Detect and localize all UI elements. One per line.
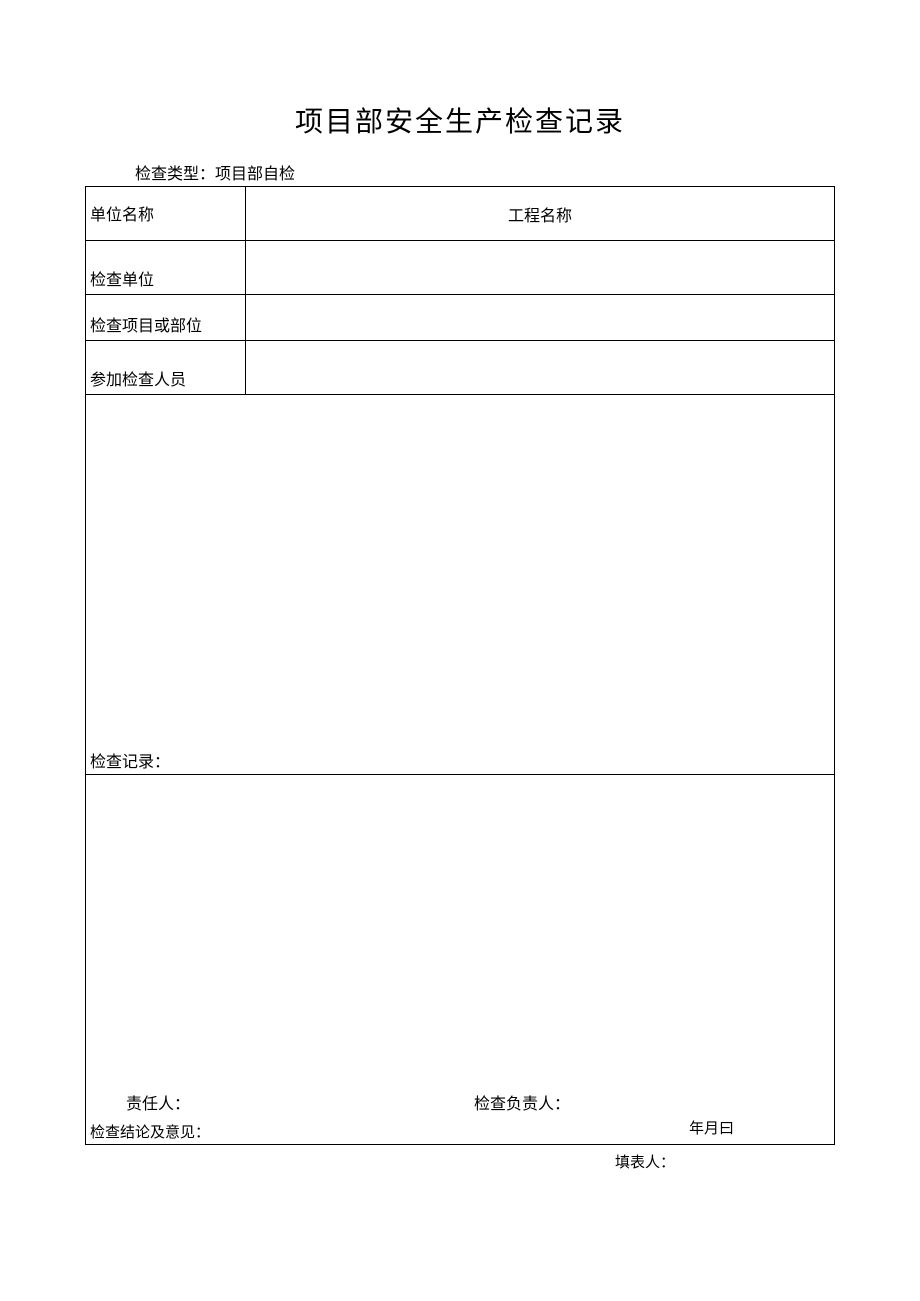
signature-row: 责任人： 检查负责人： (86, 1090, 834, 1114)
inspection-form-table: 单位名称 工程名称 检查单位 检查项目或部位 参加检查人员 检查记录： 检查结论… (85, 186, 835, 1145)
label-unit-name: 单位名称 (86, 187, 246, 241)
conclusion-section: 检查结论及意见： 责任人： 检查负责人： 年月曰 (86, 775, 835, 1145)
label-filler: 填表人： (615, 1151, 835, 1172)
value-inspect-item (246, 295, 835, 341)
value-inspect-unit (246, 241, 835, 295)
label-participants: 参加检查人员 (86, 341, 246, 395)
row-inspect-unit: 检查单位 (86, 241, 835, 295)
label-responsible: 责任人： (126, 1090, 190, 1114)
row-conclusion: 检查结论及意见： 责任人： 检查负责人： 年月曰 (86, 775, 835, 1145)
label-inspector-lead: 检查负责人： (474, 1090, 570, 1114)
label-date: 年月曰 (689, 1117, 734, 1138)
record-section: 检查记录： (86, 395, 835, 775)
row-inspect-item: 检查项目或部位 (86, 295, 835, 341)
label-inspect-item: 检查项目或部位 (86, 295, 246, 341)
label-inspect-unit: 检查单位 (86, 241, 246, 295)
row-unit-project: 单位名称 工程名称 (86, 187, 835, 241)
value-participants (246, 341, 835, 395)
row-participants: 参加检查人员 (86, 341, 835, 395)
page-container: 项目部安全生产检查记录 检查类型：项目部自检 单位名称 工程名称 检查单位 检查… (0, 0, 920, 1172)
label-record: 检查记录： (90, 754, 170, 771)
row-record: 检查记录： (86, 395, 835, 775)
label-project-name: 工程名称 (246, 187, 835, 241)
inspection-type-label: 检查类型：项目部自检 (135, 160, 835, 184)
page-title: 项目部安全生产检查记录 (85, 100, 835, 140)
